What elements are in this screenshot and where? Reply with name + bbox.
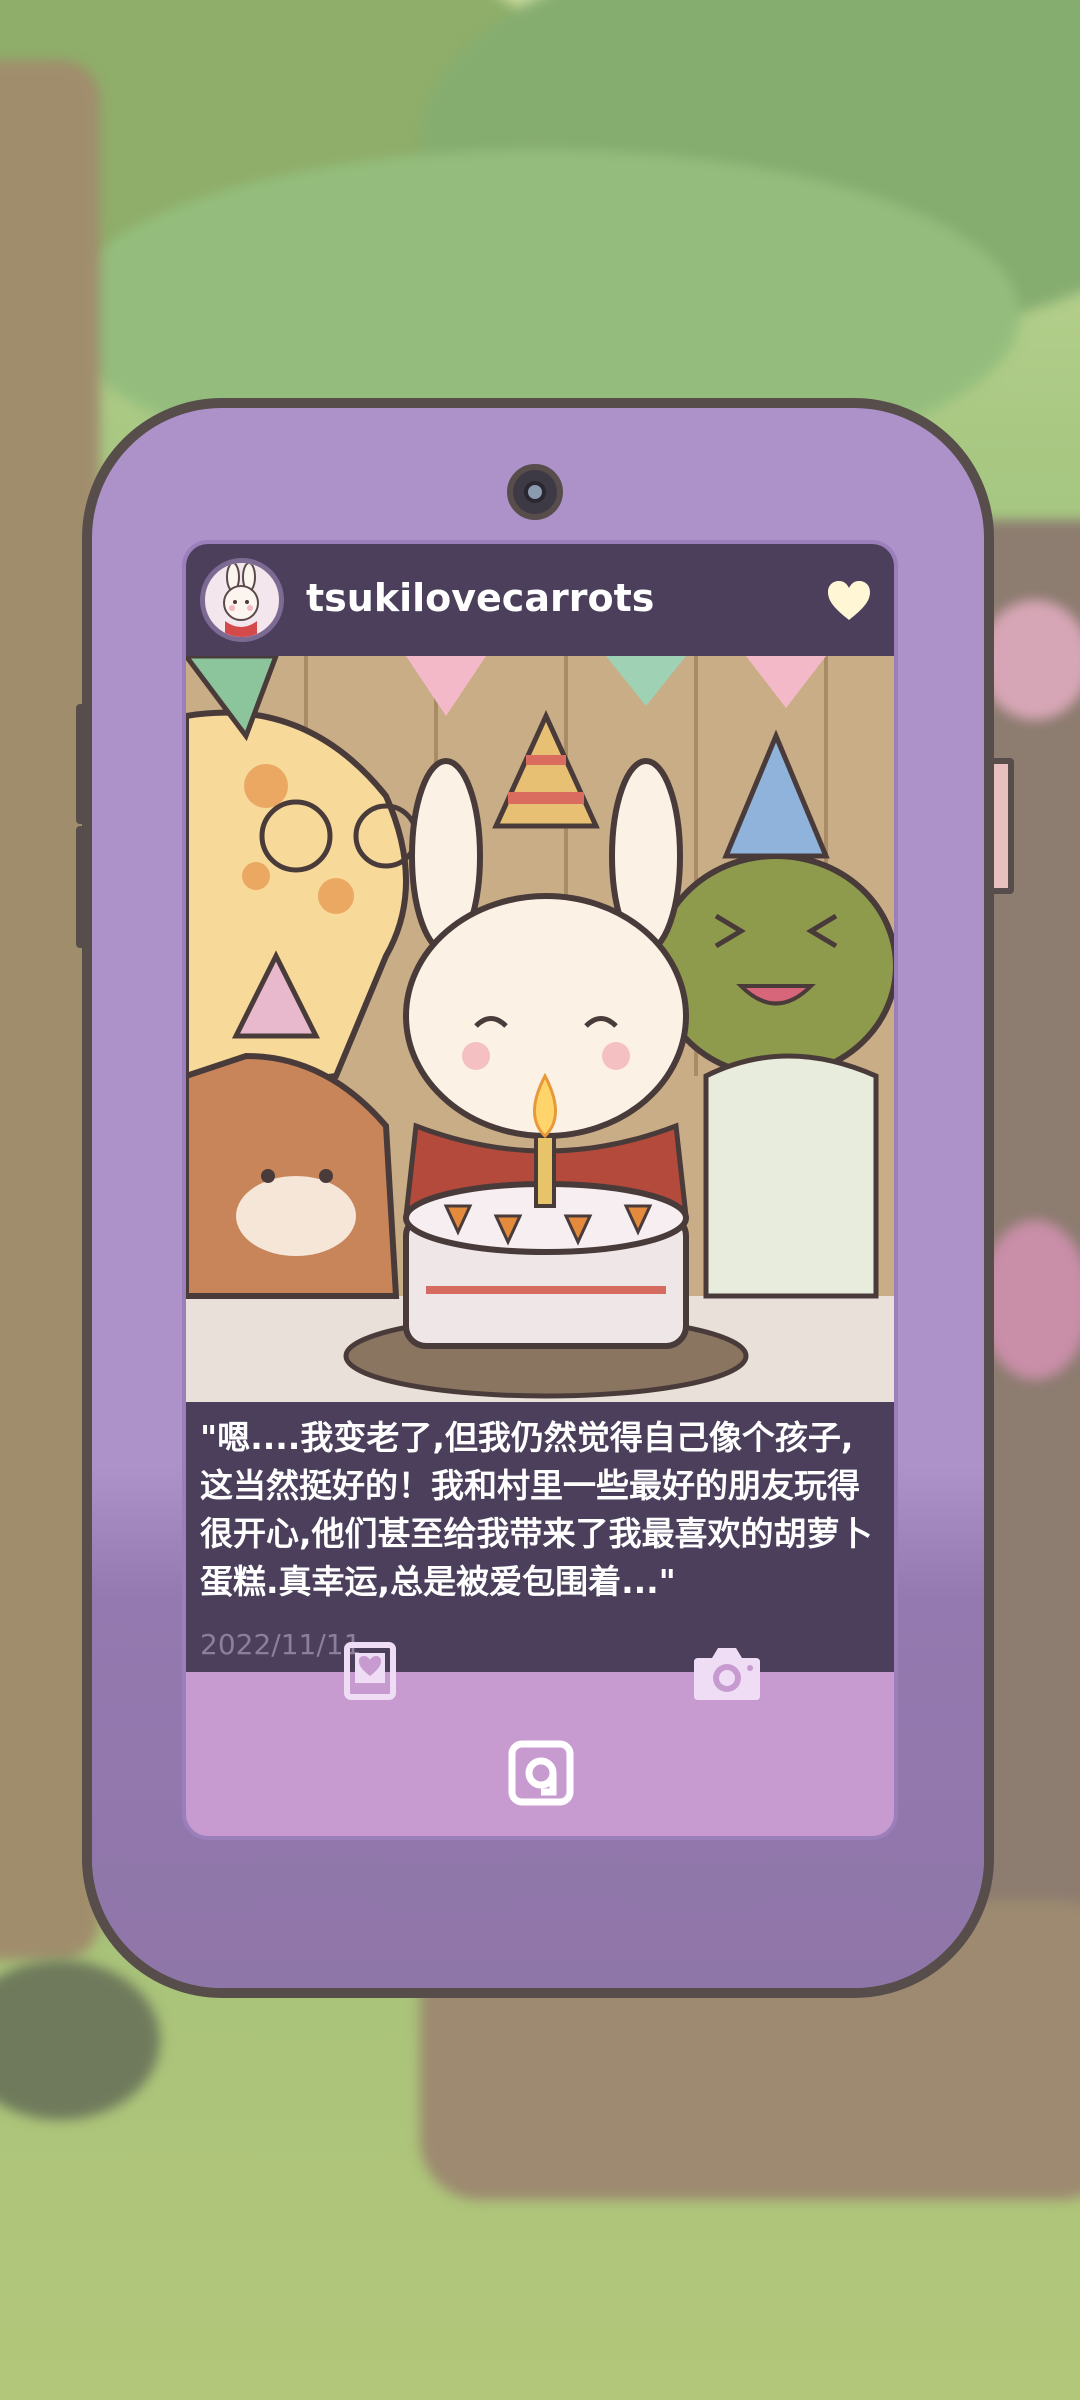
caption-box: "嗯....我变老了,但我仍然觉得自己像个孩子,这当然挺好的！我和村里一些最好的… (186, 1402, 894, 1672)
phone-camera-icon (507, 464, 563, 520)
post-photo (186, 656, 894, 1402)
social-app-icon[interactable] (508, 1740, 574, 1806)
heart-icon[interactable] (826, 580, 872, 622)
camera-icon[interactable] (692, 1644, 762, 1702)
post-date: 2022/11/11 (200, 1628, 362, 1661)
birthday-party-illustration (186, 656, 894, 1402)
phone-screen: tsukilovecarrots "嗯....我变老了,但我仍然觉得自己像个孩子… (186, 544, 894, 1836)
camera-lens (524, 481, 546, 503)
username[interactable]: tsukilovecarrots (306, 576, 654, 620)
avatar[interactable] (200, 558, 284, 642)
post-header: tsukilovecarrots (186, 544, 894, 656)
photo-album-icon[interactable] (344, 1642, 396, 1700)
bunny-avatar-icon (223, 563, 259, 637)
post-caption: "嗯....我变老了,但我仍然觉得自己像个孩子,这当然挺好的！我和村里一些最好的… (200, 1418, 873, 1601)
